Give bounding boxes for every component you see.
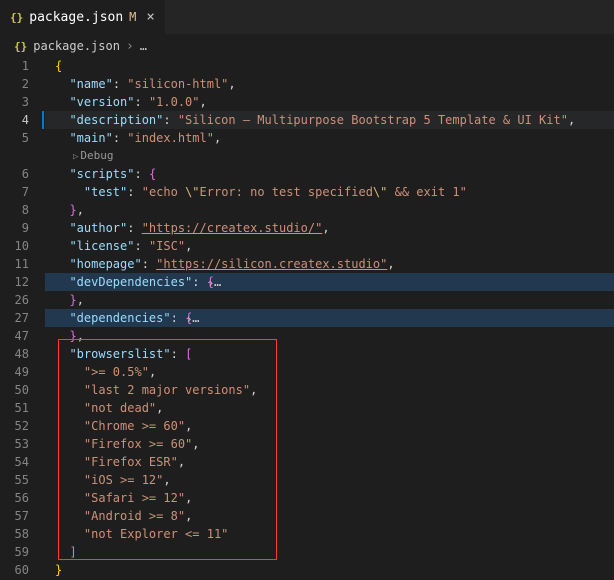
- code-line[interactable]: "license": "ISC",: [45, 237, 614, 255]
- code-line[interactable]: {: [45, 57, 614, 75]
- code-line[interactable]: "Android >= 8",: [45, 507, 614, 525]
- fold-chevron-icon[interactable]: ›: [186, 312, 193, 326]
- tab-title: package.json: [29, 10, 123, 25]
- code-line[interactable]: },: [45, 201, 614, 219]
- code-line[interactable]: ▷Debug: [45, 147, 614, 165]
- line-number: 53: [0, 435, 29, 453]
- line-number: 2: [0, 75, 29, 93]
- code-line[interactable]: "Firefox ESR",: [45, 453, 614, 471]
- json-file-icon: {}: [10, 11, 23, 24]
- line-number: 58: [0, 525, 29, 543]
- line-number: [0, 147, 29, 165]
- editor[interactable]: 1234567891011122627474849505152535455565…: [0, 57, 614, 579]
- line-number: 11: [0, 255, 29, 273]
- line-number: 3: [0, 93, 29, 111]
- line-number: 57: [0, 507, 29, 525]
- line-number: 4: [0, 111, 29, 129]
- close-icon[interactable]: ×: [146, 9, 154, 25]
- code-line[interactable]: "browserslist": [: [45, 345, 614, 363]
- line-number: 54: [0, 453, 29, 471]
- line-number: 55: [0, 471, 29, 489]
- code-line[interactable]: "version": "1.0.0",: [45, 93, 614, 111]
- play-icon: ▷: [73, 152, 78, 162]
- line-number: 56: [0, 489, 29, 507]
- code-line[interactable]: "name": "silicon-html",: [45, 75, 614, 93]
- line-number: 27: [0, 309, 29, 327]
- line-number: 59: [0, 543, 29, 561]
- code-line[interactable]: "Firefox >= 60",: [45, 435, 614, 453]
- code-line[interactable]: ">= 0.5%",: [45, 363, 614, 381]
- tab-package-json[interactable]: {} package.json M ×: [0, 0, 166, 34]
- line-number: 10: [0, 237, 29, 255]
- code-line[interactable]: "scripts": {: [45, 165, 614, 183]
- line-number: 52: [0, 417, 29, 435]
- code-line[interactable]: ]: [45, 543, 614, 561]
- line-number: 9: [0, 219, 29, 237]
- code-line[interactable]: "Safari >= 12",: [45, 489, 614, 507]
- line-number: 50: [0, 381, 29, 399]
- code-line[interactable]: "Chrome >= 60",: [45, 417, 614, 435]
- line-number: 12: [0, 273, 29, 291]
- line-number: 26: [0, 291, 29, 309]
- line-number: 60: [0, 561, 29, 579]
- code-line[interactable]: "not Explorer <= 11": [45, 525, 614, 543]
- fold-chevron-icon[interactable]: ›: [207, 276, 214, 290]
- tab-modified-badge: M: [129, 10, 136, 24]
- code-line[interactable]: "not dead",: [45, 399, 614, 417]
- json-file-icon: {}: [14, 40, 27, 53]
- breadcrumb-file: package.json: [33, 39, 120, 53]
- line-number: 1: [0, 57, 29, 75]
- debug-codelens[interactable]: ▷Debug: [45, 147, 614, 165]
- line-number: 5: [0, 129, 29, 147]
- line-number-gutter: 1234567891011122627474849505152535455565…: [0, 57, 45, 579]
- code-line[interactable]: "homepage": "https://silicon.createx.stu…: [45, 255, 614, 273]
- code-line[interactable]: "dependencies": {…›: [45, 309, 614, 327]
- code-area[interactable]: { "name": "silicon-html", "version": "1.…: [45, 57, 614, 579]
- code-line[interactable]: }: [45, 561, 614, 579]
- code-line[interactable]: },: [45, 327, 614, 345]
- line-number: 49: [0, 363, 29, 381]
- code-line[interactable]: "iOS >= 12",: [45, 471, 614, 489]
- line-number: 48: [0, 345, 29, 363]
- line-number: 7: [0, 183, 29, 201]
- code-line[interactable]: "description": "Silicon – Multipurpose B…: [45, 111, 614, 129]
- code-line[interactable]: "main": "index.html",: [45, 129, 614, 147]
- line-number: 8: [0, 201, 29, 219]
- breadcrumb-ellipsis[interactable]: …: [140, 39, 147, 53]
- code-line[interactable]: },: [45, 291, 614, 309]
- line-number: 51: [0, 399, 29, 417]
- code-line[interactable]: "last 2 major versions",: [45, 381, 614, 399]
- line-number: 47: [0, 327, 29, 345]
- line-number: 6: [0, 165, 29, 183]
- code-line[interactable]: "test": "echo \"Error: no test specified…: [45, 183, 614, 201]
- debug-label: Debug: [80, 149, 113, 162]
- breadcrumb[interactable]: {} package.json › …: [0, 35, 614, 57]
- chevron-right-icon: ›: [126, 39, 134, 54]
- tab-bar: {} package.json M ×: [0, 0, 614, 35]
- code-line[interactable]: "author": "https://createx.studio/",: [45, 219, 614, 237]
- code-line[interactable]: "devDependencies": {…›: [45, 273, 614, 291]
